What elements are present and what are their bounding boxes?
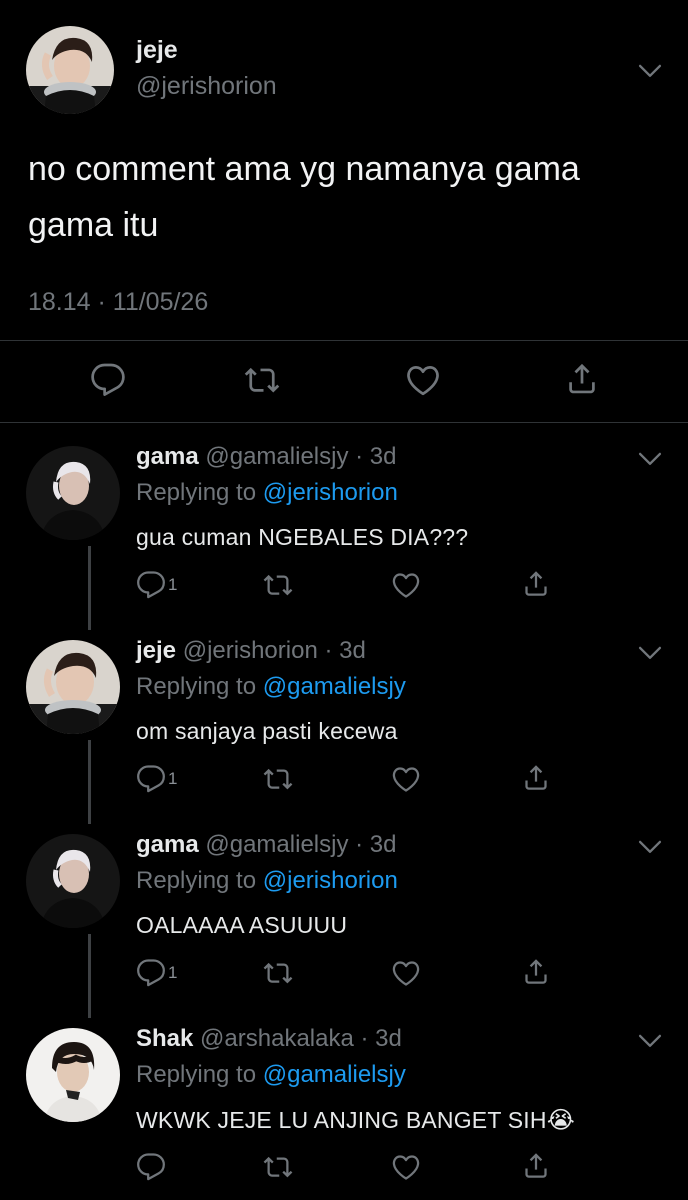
- reply-text: OALAAAA ASUUUU: [136, 912, 348, 938]
- share-icon[interactable]: [564, 360, 600, 396]
- like-icon[interactable]: [391, 958, 421, 988]
- retweet-icon[interactable]: [263, 570, 293, 600]
- share-icon[interactable]: [521, 568, 551, 598]
- thread-line: [88, 546, 91, 630]
- replying-to: Replying to @jerishorion: [136, 867, 398, 895]
- avatar[interactable]: [26, 26, 114, 114]
- reply-text-body: WKWK JEJE LU ANJING BANGET SIH: [136, 1107, 547, 1133]
- reply-text: om sanjaya pasti kecewa: [136, 718, 398, 744]
- like-icon[interactable]: [391, 570, 421, 600]
- replying-to-label: Replying to: [136, 479, 257, 506]
- avatar[interactable]: [26, 446, 120, 540]
- reply-button[interactable]: 1: [136, 764, 177, 794]
- reply-text: WKWK JEJE LU ANJING BANGET SIH😭: [136, 1106, 575, 1135]
- replying-to: Replying to @gamalielsjy: [136, 673, 406, 701]
- reply-button[interactable]: [136, 1152, 166, 1182]
- reply-icon: [136, 1152, 166, 1182]
- avatar-image: [26, 26, 114, 114]
- replying-to: Replying to @jerishorion: [136, 479, 398, 507]
- avatar-image: [26, 1028, 120, 1122]
- crying-emoji: 😭: [546, 1107, 575, 1134]
- avatar[interactable]: [26, 1028, 120, 1122]
- tweet-age[interactable]: · 3d: [355, 831, 396, 858]
- display-name[interactable]: jeje: [136, 36, 178, 65]
- reply-header: gama @gamalielsjy · 3d: [136, 443, 396, 471]
- replying-to-handle[interactable]: @gamalielsjy: [263, 1061, 406, 1088]
- reply-header: jeje @jerishorion · 3d: [136, 637, 366, 665]
- share-icon[interactable]: [521, 956, 551, 986]
- handle[interactable]: @gamalielsjy: [205, 443, 348, 470]
- reply-button[interactable]: 1: [136, 958, 177, 988]
- display-name[interactable]: Shak: [136, 1025, 193, 1052]
- reply-button[interactable]: 1: [136, 570, 177, 600]
- like-icon[interactable]: [391, 1152, 421, 1182]
- avatar-image: [26, 446, 120, 540]
- reply-icon[interactable]: [90, 362, 126, 398]
- avatar-image: [26, 834, 120, 928]
- divider: [0, 422, 688, 423]
- reply-header: gama @gamalielsjy · 3d: [136, 831, 396, 859]
- retweet-icon[interactable]: [263, 958, 293, 988]
- display-name[interactable]: gama: [136, 831, 199, 858]
- chevron-down-icon[interactable]: [636, 832, 664, 860]
- reply-count: 1: [168, 575, 178, 594]
- like-icon[interactable]: [391, 764, 421, 794]
- replying-to-label: Replying to: [136, 867, 257, 894]
- replying-to: Replying to @gamalielsjy: [136, 1061, 406, 1089]
- retweet-icon[interactable]: [263, 764, 293, 794]
- tweet-text-line-2: gama itu: [28, 206, 159, 244]
- chevron-down-icon[interactable]: [636, 444, 664, 472]
- chevron-down-icon[interactable]: [636, 56, 664, 84]
- chevron-down-icon[interactable]: [636, 1026, 664, 1054]
- handle[interactable]: @jerishorion: [136, 72, 277, 101]
- handle[interactable]: @jerishorion: [183, 637, 318, 664]
- replying-to-handle[interactable]: @jerishorion: [263, 479, 398, 506]
- avatar[interactable]: [26, 640, 120, 734]
- tweet-text-line-1: no comment ama yg namanya gama: [28, 150, 580, 188]
- display-name[interactable]: jeje: [136, 637, 176, 664]
- reply-icon: [136, 764, 166, 794]
- share-icon[interactable]: [521, 1150, 551, 1180]
- tweet-age[interactable]: · 3d: [324, 637, 365, 664]
- tweet-age[interactable]: · 3d: [355, 443, 396, 470]
- thread-line: [88, 934, 91, 1018]
- share-icon[interactable]: [521, 762, 551, 792]
- replying-to-label: Replying to: [136, 673, 257, 700]
- chevron-down-icon[interactable]: [636, 638, 664, 666]
- reply-count: 1: [168, 769, 178, 788]
- tweet-age[interactable]: · 3d: [361, 1025, 402, 1052]
- replying-to-label: Replying to: [136, 1061, 257, 1088]
- timestamp[interactable]: 18.14 · 11/05/26: [28, 288, 208, 317]
- reply-icon: [136, 570, 166, 600]
- reply-header: Shak @arshakalaka · 3d: [136, 1025, 402, 1053]
- reply-icon: [136, 958, 166, 988]
- handle[interactable]: @gamalielsjy: [205, 831, 348, 858]
- retweet-icon[interactable]: [244, 362, 280, 398]
- thread-line: [88, 740, 91, 824]
- avatar[interactable]: [26, 834, 120, 928]
- retweet-icon[interactable]: [263, 1152, 293, 1182]
- divider: [0, 340, 688, 341]
- like-icon[interactable]: [405, 362, 441, 398]
- reply-count: 1: [168, 963, 178, 982]
- replying-to-handle[interactable]: @gamalielsjy: [263, 673, 406, 700]
- reply-text: gua cuman NGEBALES DIA???: [136, 524, 469, 550]
- avatar-image: [26, 640, 120, 734]
- replying-to-handle[interactable]: @jerishorion: [263, 867, 398, 894]
- handle[interactable]: @arshakalaka: [200, 1025, 354, 1052]
- display-name[interactable]: gama: [136, 443, 199, 470]
